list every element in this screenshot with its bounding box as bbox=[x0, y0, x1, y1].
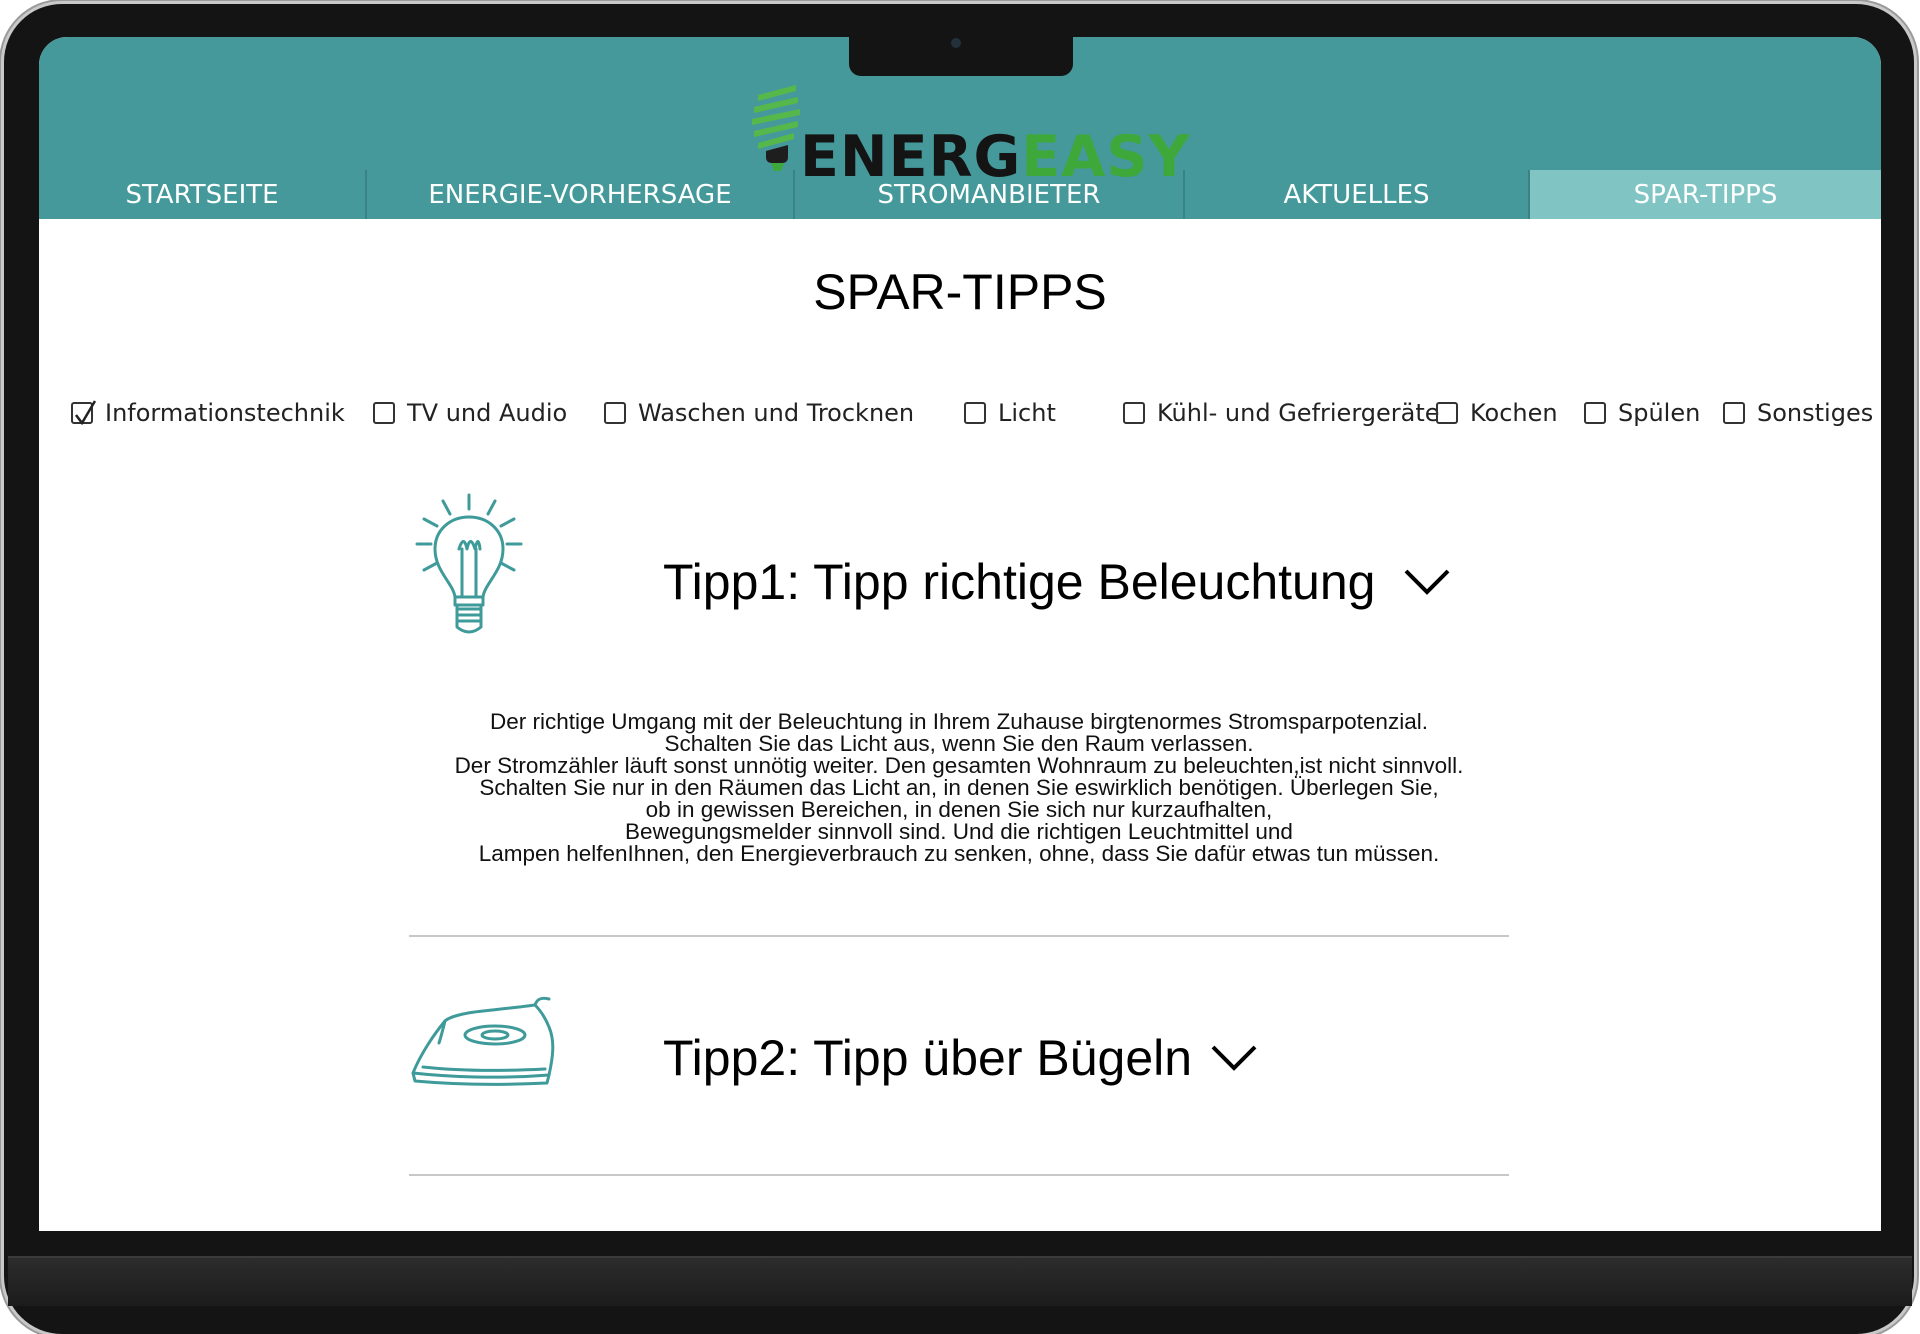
nav-stromanbieter[interactable]: STROMANBIETER bbox=[795, 170, 1185, 219]
filter-spuelen[interactable]: Spülen bbox=[1584, 393, 1700, 433]
filter-label: Kühl- und Gefriergeräte bbox=[1157, 399, 1440, 427]
chevron-down-icon[interactable] bbox=[1403, 567, 1451, 597]
chevron-down-icon[interactable] bbox=[1210, 1043, 1258, 1073]
tip-card-1: Tipp1: Tipp richtige Beleuchtung Der ric… bbox=[409, 493, 1509, 873]
filter-tv-und-audio[interactable]: TV und Audio bbox=[373, 393, 567, 433]
tip-1-title: Tipp1: Tipp richtige Beleuchtung bbox=[663, 554, 1376, 610]
filter-waschen-und-trocknen[interactable]: Waschen und Trocknen bbox=[604, 393, 914, 433]
checkbox[interactable] bbox=[604, 402, 626, 424]
tip-1-header[interactable]: Tipp1: Tipp richtige Beleuchtung bbox=[663, 547, 1451, 617]
tip-body-line: Der Stromzähler läuft sonst unnötig weit… bbox=[454, 753, 1464, 778]
nav-startseite[interactable]: STARTSEITE bbox=[39, 170, 367, 219]
energeasy-logo[interactable]: ENERGEASY bbox=[744, 83, 1214, 187]
checkbox[interactable] bbox=[1723, 402, 1745, 424]
checkbox[interactable] bbox=[1436, 402, 1458, 424]
camera-notch bbox=[849, 37, 1073, 76]
divider bbox=[409, 1174, 1509, 1176]
divider bbox=[409, 935, 1509, 937]
checkbox[interactable] bbox=[1584, 402, 1606, 424]
checkmark-icon bbox=[75, 400, 97, 426]
tip-body-line: Schalten Sie das Licht aus, wenn Sie den… bbox=[664, 731, 1254, 756]
page-title: SPAR-TIPPS bbox=[813, 264, 1107, 320]
tip-body-line: Lampen helfenIhnen, den Energieverbrauch… bbox=[478, 841, 1440, 866]
filter-licht[interactable]: Licht bbox=[964, 393, 1056, 433]
filter-label: Waschen und Trocknen bbox=[638, 399, 915, 427]
tip-body-line: Bewegungsmelder sinnvoll sind. Und die r… bbox=[625, 819, 1293, 844]
filter-sonstiges[interactable]: Sonstiges bbox=[1723, 393, 1873, 433]
screen: ENERGEASY STARTSEITE ENERGIE-VORHERSAGE … bbox=[39, 37, 1881, 1231]
nav-aktuelles[interactable]: AKTUELLES bbox=[1185, 170, 1530, 219]
category-filters: Informationstechnik TV und Audio Waschen… bbox=[39, 393, 1881, 433]
tip-2-header[interactable]: Tipp2: Tipp über Bügeln bbox=[663, 1023, 1258, 1093]
iron-icon bbox=[411, 996, 555, 1086]
filter-label: TV und Audio bbox=[407, 399, 568, 427]
tip-body-line: Schalten Sie nur in den Räumen das Licht… bbox=[479, 775, 1439, 800]
filter-label: Sonstiges bbox=[1757, 399, 1874, 427]
nav-energie-vorhersage[interactable]: ENERGIE-VORHERSAGE bbox=[367, 170, 795, 219]
lightbulb-icon bbox=[415, 493, 523, 634]
checkbox[interactable] bbox=[1123, 402, 1145, 424]
main-nav: STARTSEITE ENERGIE-VORHERSAGE STROMANBIE… bbox=[39, 170, 1881, 219]
tip-2-title: Tipp2: Tipp über Bügeln bbox=[663, 1030, 1193, 1086]
filter-label: Informationstechnik bbox=[105, 399, 345, 427]
laptop-base bbox=[8, 1256, 1912, 1306]
nav-spar-tipps[interactable]: SPAR-TIPPS bbox=[1530, 170, 1881, 219]
checkbox-checked[interactable] bbox=[71, 400, 97, 426]
checkbox[interactable] bbox=[373, 402, 395, 424]
filter-informationstechnik[interactable]: Informationstechnik bbox=[71, 393, 345, 433]
tip-1-body: Der richtige Umgang mit der Beleuchtung … bbox=[409, 709, 1509, 866]
tip-body-line: Der richtige Umgang mit der Beleuchtung … bbox=[490, 709, 1428, 734]
bulb-logo-icon bbox=[752, 85, 800, 171]
filter-label: Spülen bbox=[1618, 399, 1701, 427]
tip-body-line: ob in gewissen Bereichen, in denen Sie s… bbox=[645, 797, 1273, 822]
camera-icon bbox=[951, 38, 961, 48]
checkbox[interactable] bbox=[964, 402, 986, 424]
filter-label: Kochen bbox=[1470, 399, 1558, 427]
filter-kochen[interactable]: Kochen bbox=[1436, 393, 1558, 433]
filter-label: Licht bbox=[998, 399, 1056, 427]
filter-kuehl-und-gefriergeraete[interactable]: Kühl- und Gefriergeräte bbox=[1123, 393, 1440, 433]
tip-card-2: Tipp2: Tipp über Bügeln bbox=[409, 993, 1509, 1133]
